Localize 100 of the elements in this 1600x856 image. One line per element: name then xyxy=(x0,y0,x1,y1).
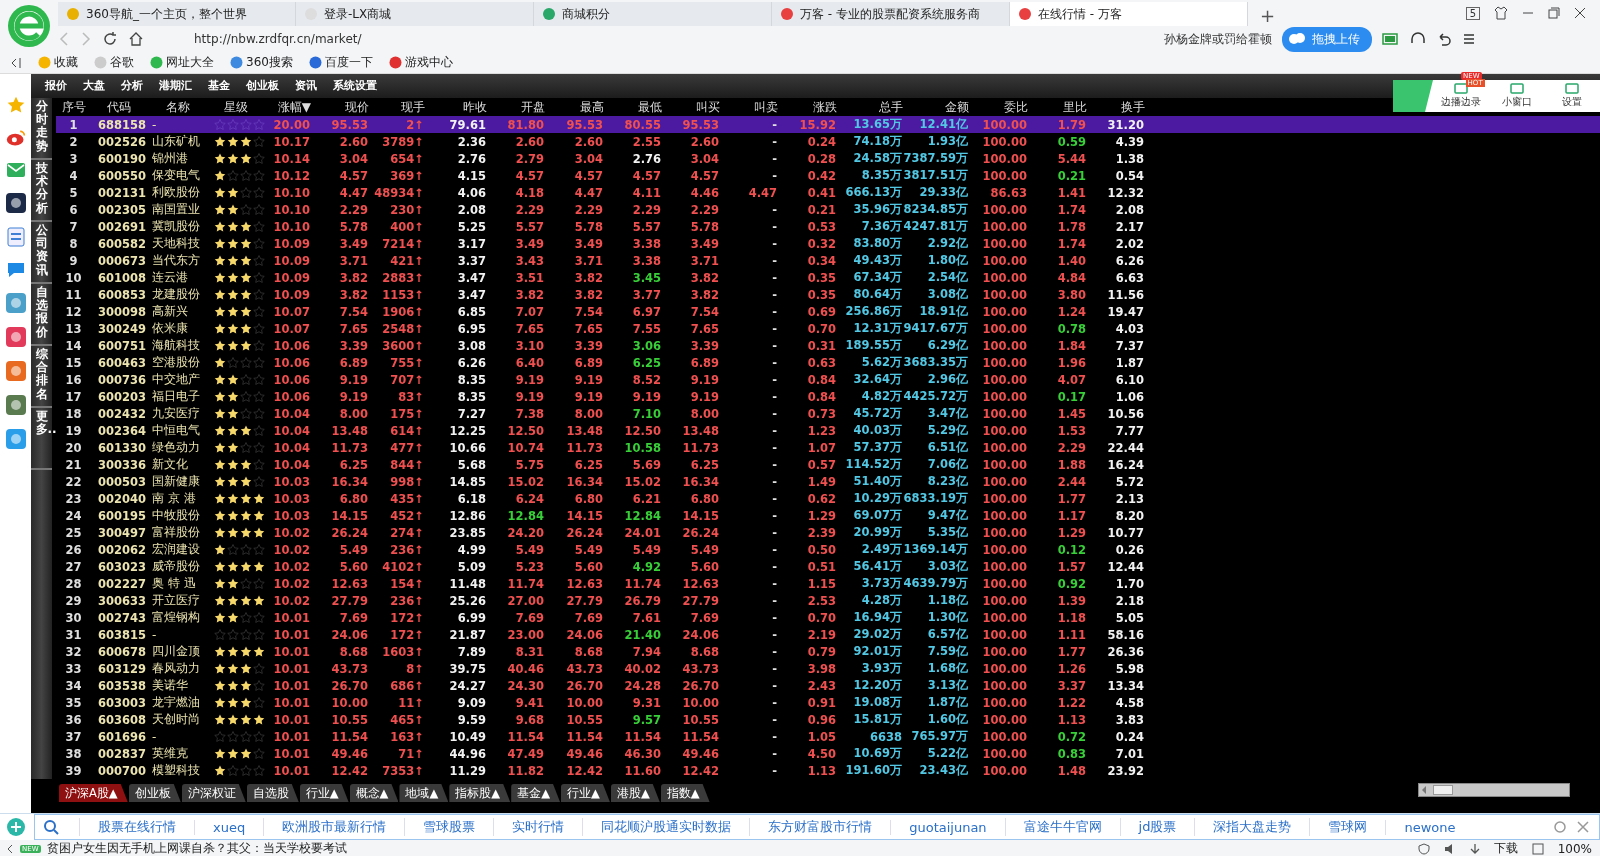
browser-tab[interactable]: 360导航_一个主页，整个世界 xyxy=(58,2,296,26)
download-icon[interactable] xyxy=(1469,842,1480,855)
table-row[interactable]: 39 000700 模塑科技 10.01 12.42 7353↑ 11.29 11.82 12.42 11.60 12.42 - 1.13 191.60万 23.43亿 100.00 1.48 23.92 xyxy=(56,762,1600,779)
star-icon[interactable] xyxy=(5,95,26,115)
table-row[interactable]: 4 600550 保变电气 10.12 4.57 369↑ 4.15 4.57 4.57 4.57 4.57 - 0.42 8.35万3817.51万 100.00 0.21 0.54 xyxy=(56,167,1600,184)
table-row[interactable]: 33 603129 春风动力 10.01 43.73 8↑ 39.75 40.46 43.73 40.02 43.73 - 3.98 3.93万 1.68亿 100.00 1.26 5.98 xyxy=(56,660,1600,677)
screen-icon[interactable] xyxy=(1509,83,1524,95)
table-row[interactable]: 34 603538 美诺华 10.01 26.70 686↑ 24.27 24.30 26.70 24.28 26.70 - 2.43 12.20万 3.13亿 100.00 3.37 13.34 xyxy=(56,677,1600,694)
column-header[interactable]: 涨幅▼ xyxy=(262,98,311,116)
suggestion-link[interactable]: 欧洲股市最新行情 xyxy=(263,818,405,836)
table-row[interactable]: 8 600582 天地科技 10.09 3.49 7214↑ 3.17 3.49 3.49 3.38 3.49 - 0.32 83.80万 2.92亿 100.00 1.74 2.02 xyxy=(56,235,1600,252)
app-icon[interactable] xyxy=(5,193,26,213)
table-row[interactable]: 17 600203 福日电子 10.06 9.19 83↑ 8.35 9.19 9.19 9.19 9.19 - 0.84 4.82万4425.72万 100.00 0.17 1.06 xyxy=(56,388,1600,405)
browser-tab[interactable]: 登录-LX商城 xyxy=(296,2,534,26)
column-header[interactable]: 开盘 xyxy=(487,98,545,116)
table-row[interactable]: 11 600853 龙建股份 10.09 3.82 1153↑ 3.47 3.82 3.82 3.77 3.82 - 0.35 80.64万 3.08亿 100.00 3.80 11.56 xyxy=(56,286,1600,303)
table-row[interactable]: 12 300098 高新兴 10.07 7.54 1906↑ 6.85 7.07 7.54 6.97 7.54 - 0.69 256.86万 18.91亿 100.00 1.24 19.47 xyxy=(56,303,1600,320)
table-row[interactable]: 38 002837 英维克 10.01 49.46 71↑ 44.96 47.49 49.46 46.30 49.46 - 4.50 10.69万 5.22亿 100.00 0.83 7.01 xyxy=(56,745,1600,762)
toolbar-item[interactable]: 设置 xyxy=(1562,95,1583,109)
column-header[interactable]: 委比 xyxy=(969,98,1028,116)
table-row[interactable]: 3 600190 锦州港 10.14 3.04 654↑ 2.76 2.79 3.04 2.76 3.04 - 0.28 24.58万7387.59万 100.00 5.44 1.38 xyxy=(56,150,1600,167)
window-icon[interactable] xyxy=(1531,842,1544,855)
side-tab[interactable]: 公司资讯 xyxy=(31,222,52,284)
suggestion-link[interactable]: guotaijunan xyxy=(890,819,1005,835)
table-row[interactable]: 16 000736 中交地产 10.06 9.19 707↑ 8.35 9.19 9.19 8.52 9.19 - 0.84 32.64万 2.96亿 100.00 4.07 6.10 xyxy=(56,371,1600,388)
table-row[interactable]: 31 603815 - 10.01 24.06 172↑ 21.87 23.00 24.06 21.40 24.06 - 2.19 29.02万 6.57亿 100.00 1.11 58.16 xyxy=(56,626,1600,643)
column-header[interactable]: 星级 xyxy=(210,98,262,116)
table-row[interactable]: 1 688158 - 20.00 95.53 2↑ 79.61 81.80 95.53 80.55 95.53 - 15.92 13.65万 12.41亿 100.00 1.79 31.20 xyxy=(56,116,1600,133)
menu-item[interactable]: 报价 xyxy=(45,78,67,93)
suggestion-link[interactable]: jd股票 xyxy=(1119,818,1195,836)
table-row[interactable]: 25 300497 富祥股份 10.02 26.24 274↑ 23.85 24.20 26.24 24.01 26.24 - 2.39 20.99万 5.35亿 100.00 1.29 10.77 xyxy=(56,524,1600,541)
bookmark[interactable]: 游戏中心 xyxy=(388,54,453,71)
suggestion-link[interactable]: 同花顺沪股通实时数据 xyxy=(582,818,750,836)
table-row[interactable]: 26 002062 宏润建设 10.02 5.49 236↑ 4.99 5.49 5.49 5.49 5.49 - 0.50 2.49万1369.14万 100.00 0.12 0.26 xyxy=(56,541,1600,558)
market-tab[interactable]: 行业▲ xyxy=(561,784,610,802)
menu-icon[interactable] xyxy=(1462,32,1476,46)
window-count[interactable]: 5 xyxy=(1465,6,1480,20)
table-row[interactable]: 30 002743 富煌钢构 10.01 7.69 172↑ 6.99 7.69 7.69 7.61 7.69 - 0.70 16.94万 1.30亿 100.00 1.18 5.05 xyxy=(56,609,1600,626)
market-tab[interactable]: 指数▲ xyxy=(660,784,710,802)
menu-item[interactable]: 资讯 xyxy=(295,78,317,93)
bookmark[interactable]: 收藏 xyxy=(38,54,78,71)
table-row[interactable]: 28 002227 奥 特 迅 10.02 12.63 154↑ 11.48 11.74 12.63 11.74 12.63 - 1.15 3.73万4639.79万 100.00 0.92 1.70 xyxy=(56,575,1600,592)
chat-icon[interactable] xyxy=(5,261,26,279)
screen-icon[interactable] xyxy=(1453,83,1468,95)
table-row[interactable]: 23 002040 南 京 港 10.03 6.80 435↑ 6.18 6.24 6.80 6.21 6.80 - 0.62 10.29万6833.19万 100.00 1.77 2.13 xyxy=(56,490,1600,507)
settings-icon[interactable] xyxy=(1553,820,1567,834)
market-tab[interactable]: 自选股 xyxy=(246,784,299,802)
search-field[interactable]: 孙杨金牌或罚给霍顿 xyxy=(1164,30,1272,48)
shield-icon[interactable] xyxy=(1417,842,1430,855)
column-header[interactable]: 里比 xyxy=(1028,98,1087,116)
news-headline[interactable]: 贫困户女生因无手机上网课自杀？其父：当天学校要考试 xyxy=(46,840,347,856)
mail-icon[interactable] xyxy=(5,161,26,179)
market-tab[interactable]: 创业板 xyxy=(128,784,181,802)
column-header[interactable]: 名称 xyxy=(146,98,210,116)
new-tab-button[interactable]: + xyxy=(1248,5,1288,26)
plus-icon[interactable] xyxy=(6,817,26,837)
table-row[interactable]: 13 300249 依米康 10.07 7.65 2548↑ 6.95 7.65 7.65 7.55 7.65 - 0.70 12.31万9417.67万 100.00 0.78 4.03 xyxy=(56,320,1600,337)
undo-icon[interactable] xyxy=(1436,31,1452,47)
table-row[interactable]: 37 601696 - 10.01 11.54 163↑ 10.49 11.54 11.54 11.54 11.54 - 1.05 6638 765.97万 100.00 0.72 0.24 xyxy=(56,728,1600,745)
close-icon[interactable] xyxy=(1574,7,1586,19)
table-row[interactable]: 7 002691 冀凯股份 10.10 5.78 400↑ 5.25 5.57 5.78 5.57 5.78 - 0.53 7.36万4247.81万 100.00 1.78 2.17 xyxy=(56,218,1600,235)
market-tab[interactable]: 沪深A股▲ xyxy=(59,784,128,802)
column-header[interactable]: 昨收 xyxy=(425,98,487,116)
menu-item[interactable]: 港期汇 xyxy=(159,78,192,93)
table-row[interactable]: 27 603023 威帝股份 10.02 5.60 4102↑ 5.09 5.23 5.60 4.92 5.60 - 0.51 56.41万 3.03亿 100.00 1.57 12.44 xyxy=(56,558,1600,575)
column-header[interactable]: 涨跌 xyxy=(778,98,837,116)
screen-icon[interactable] xyxy=(1565,83,1580,95)
suggestion-link[interactable]: 实时行情 xyxy=(493,818,583,836)
market-tab[interactable]: 港股▲ xyxy=(610,784,660,802)
table-row[interactable]: 5 002131 利欧股份 10.10 4.47 48934↑ 4.06 4.18 4.47 4.11 4.46 4.47 0.41 666.13万 29.33亿 86.63 1.41 12.32 xyxy=(56,184,1600,201)
table-row[interactable]: 9 000673 当代东方 10.09 3.71 421↑ 3.37 3.43 3.71 3.38 3.71 - 0.34 49.43万 1.80亿 100.00 1.40 6.26 xyxy=(56,252,1600,269)
suggestion-link[interactable]: xueq xyxy=(194,819,264,835)
toolbar-item[interactable]: 小窗口 xyxy=(1501,95,1532,109)
menu-item[interactable]: 基金 xyxy=(208,78,230,93)
column-header[interactable]: 总手 xyxy=(837,98,903,116)
refresh-icon[interactable] xyxy=(102,31,118,47)
market-tab[interactable]: 指标股▲ xyxy=(449,784,511,802)
table-row[interactable]: 20 601330 绿色动力 10.04 11.73 477↑ 10.66 10.74 11.73 10.58 11.73 - 1.07 57.37万 6.51亿 100.00 2.29 22.44 xyxy=(56,439,1600,456)
suggestion-link[interactable]: 雪球股票 xyxy=(404,818,494,836)
table-row[interactable]: 21 300336 新文化 10.04 6.25 844↑ 5.68 5.75 6.25 5.69 6.25 - 0.57 114.52万 7.06亿 100.00 1.88 16.24 xyxy=(56,456,1600,473)
bookmark[interactable]: 百度一下 xyxy=(308,54,373,71)
table-row[interactable]: 36 603608 天创时尚 10.01 10.55 465↑ 9.59 9.68 10.55 9.57 10.55 - 0.96 15.81万 1.60亿 100.00 1.13 3.83 xyxy=(56,711,1600,728)
browser-tab[interactable]: 在线行情 - 万客 xyxy=(1010,2,1248,26)
side-tab[interactable]: 技术分析 xyxy=(31,160,52,222)
browser-logo-icon[interactable] xyxy=(6,3,52,49)
document-icon[interactable] xyxy=(6,227,25,247)
restore-icon[interactable] xyxy=(1548,7,1560,19)
table-row[interactable]: 29 300633 开立医疗 10.02 27.79 236↑ 25.26 27.00 27.79 26.79 27.79 - 2.53 4.28万 1.18亿 100.00 1.39 2.18 xyxy=(56,592,1600,609)
table-row[interactable]: 15 600463 空港股份 10.06 6.89 755↑ 6.26 6.40 6.89 6.25 6.89 - 0.63 5.62万3683.35万 100.00 1.96 1.87 xyxy=(56,354,1600,371)
scroll-thumb[interactable] xyxy=(1433,785,1453,795)
column-header[interactable]: 最高 xyxy=(545,98,604,116)
menu-item[interactable]: 创业板 xyxy=(246,78,279,93)
market-tab[interactable]: 地域▲ xyxy=(399,784,449,802)
column-header[interactable]: 叫买 xyxy=(662,98,720,116)
menu-item[interactable]: 分析 xyxy=(121,78,143,93)
market-tab[interactable]: 基金▲ xyxy=(511,784,560,802)
market-tab[interactable]: 概念▲ xyxy=(349,784,399,802)
menu-item[interactable]: 大盘 xyxy=(83,78,105,93)
table-row[interactable]: 35 603003 龙宇燃油 10.01 10.00 11↑ 9.09 9.41 10.00 9.31 10.00 - 0.91 19.08万 1.87亿 100.00 1.22 4.58 xyxy=(56,694,1600,711)
table-row[interactable]: 32 600678 四川金顶 10.01 8.68 1603↑ 7.89 8.31 8.68 7.94 8.68 - 0.79 92.01万 7.59亿 100.00 1.77 26.36 xyxy=(56,643,1600,660)
